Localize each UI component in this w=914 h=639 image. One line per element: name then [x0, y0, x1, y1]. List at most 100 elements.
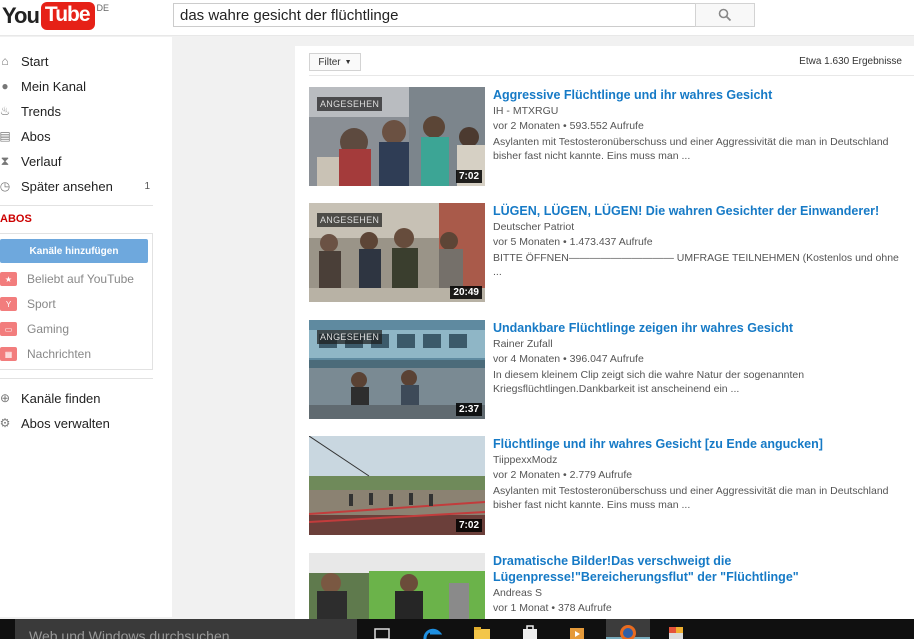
- masthead: You Tube DE das wahre gesicht der flücht…: [0, 0, 914, 36]
- store-icon[interactable]: [520, 623, 540, 639]
- popular-icon: ★: [0, 272, 17, 286]
- view-count: 1.473.437 Aufrufe: [569, 236, 653, 248]
- media-player-icon[interactable]: [567, 623, 587, 639]
- watched-badge: ANGESEHEN: [317, 213, 383, 227]
- channel-item-sport[interactable]: Y Sport: [0, 294, 150, 314]
- sidebar-item-label: Abos verwalten: [21, 415, 110, 431]
- channel-item-beliebt[interactable]: ★ Beliebt auf YouTube: [0, 269, 150, 289]
- channel-name[interactable]: Deutscher Patriot: [493, 221, 907, 233]
- channel-label: Beliebt auf YouTube: [27, 272, 134, 286]
- duration-badge: 7:02: [455, 519, 482, 532]
- video-title[interactable]: Flüchtlinge und ihr wahres Gesicht [zu E…: [493, 436, 907, 452]
- channel-item-nachrichten[interactable]: ▦ Nachrichten: [0, 344, 150, 364]
- video-title[interactable]: Aggressive Flüchtlinge und ihr wahres Ge…: [493, 87, 907, 103]
- channel-label: Nachrichten: [27, 347, 92, 361]
- channel-label: Sport: [27, 297, 56, 311]
- result-item: ANGESEHEN 7:02 Aggressive Flüchtlinge un…: [309, 87, 909, 189]
- home-icon: ⌂: [1, 54, 9, 68]
- upload-age: vor 1 Monat: [493, 602, 549, 614]
- clock-icon: ◷: [0, 179, 11, 193]
- watched-badge: ANGESEHEN: [317, 97, 383, 111]
- channel-name[interactable]: Rainer Zufall: [493, 338, 907, 350]
- results-divider: [309, 75, 914, 76]
- search-input[interactable]: das wahre gesicht der flüchtlinge: [173, 3, 696, 27]
- upload-age: vor 2 Monaten: [493, 469, 561, 481]
- channel-item-gaming[interactable]: ▭ Gaming: [0, 319, 150, 339]
- duration-badge: 2:37: [455, 403, 482, 416]
- channel-name[interactable]: Andreas S: [493, 587, 907, 599]
- history-icon: ⧗: [0, 153, 10, 168]
- sidebar-item-trends[interactable]: ♨ Trends: [0, 100, 160, 122]
- add-channels-button[interactable]: Kanäle hinzufügen: [0, 239, 148, 263]
- video-title[interactable]: Undankbare Flüchtlinge zeigen ihr wahres…: [493, 320, 907, 336]
- video-thumbnail[interactable]: ANGESEHEN 2:37: [309, 320, 485, 419]
- result-count: Etwa 1.630 Ergebnisse: [799, 56, 902, 67]
- video-description: BITTE ÖFFNEN—————————— UMFRAGE TEILNEHME…: [493, 252, 899, 278]
- plus-circle-icon: ⊕: [0, 391, 11, 405]
- sidebar-item-label: Mein Kanal: [21, 78, 87, 94]
- video-title[interactable]: LÜGEN, LÜGEN, LÜGEN! Die wahren Gesichte…: [493, 203, 907, 219]
- sidebar-item-label: Abos: [21, 128, 51, 144]
- search-results: Filter ▼ Etwa 1.630 Ergebnisse ANGESEHEN…: [295, 46, 914, 621]
- subscriptions-icon: ▤: [0, 129, 11, 143]
- search-icon: [718, 8, 732, 22]
- upload-age: vor 5 Monaten: [493, 236, 561, 248]
- result-info: Aggressive Flüchtlinge und ihr wahres Ge…: [493, 87, 907, 163]
- sidebar-item-label: Start: [21, 53, 49, 69]
- duration-badge: 20:49: [450, 286, 482, 299]
- video-meta: vor 5 Monaten • 1.473.437 Aufrufe: [493, 236, 653, 248]
- sidebar-item-label: Kanäle finden: [21, 390, 101, 406]
- video-thumbnail[interactable]: 7:02: [309, 436, 485, 535]
- video-thumbnail[interactable]: [309, 553, 485, 621]
- video-meta: vor 4 Monaten • 396.047 Aufrufe: [493, 353, 644, 365]
- duration-badge: 7:02: [455, 170, 482, 183]
- news-icon: ▦: [0, 347, 17, 361]
- channel-name[interactable]: TiippexxModz: [493, 454, 907, 466]
- abos-channel-box: Kanäle hinzufügen ★ Beliebt auf YouTube …: [0, 233, 153, 370]
- edge-icon[interactable]: [422, 623, 443, 639]
- sidebar-item-kanaele-finden[interactable]: ⊕ Kanäle finden: [0, 387, 160, 409]
- gamepad-icon: ▭: [0, 322, 17, 336]
- result-info: LÜGEN, LÜGEN, LÜGEN! Die wahren Gesichte…: [493, 203, 907, 279]
- video-meta: vor 2 Monaten • 593.552 Aufrufe: [493, 120, 644, 132]
- upload-age: vor 4 Monaten: [493, 353, 561, 365]
- abos-section-title[interactable]: ABOS: [0, 213, 32, 225]
- result-info: Dramatische Bilder!Das verschweigt die L…: [493, 553, 907, 614]
- app-icon[interactable]: [666, 623, 686, 639]
- video-description: Asylanten mit Testosteronüberschuss und …: [493, 485, 889, 511]
- video-description: Asylanten mit Testosteronüberschuss und …: [493, 136, 889, 162]
- sidebar-item-label: Später ansehen: [21, 178, 113, 194]
- video-meta: vor 2 Monaten • 2.779 Aufrufe: [493, 469, 633, 481]
- sidebar-item-spaeter-ansehen[interactable]: ◷ Später ansehen 1: [0, 175, 160, 197]
- result-item: Dramatische Bilder!Das verschweigt die L…: [309, 553, 909, 621]
- channel-name[interactable]: IH - MTXRGU: [493, 105, 907, 117]
- sidebar-divider: [0, 205, 153, 206]
- channel-label: Gaming: [27, 322, 70, 336]
- sidebar-item-abos[interactable]: ▤ Abos: [0, 125, 160, 147]
- result-info: Flüchtlinge und ihr wahres Gesicht [zu E…: [493, 436, 907, 512]
- trophy-icon: Y: [0, 297, 17, 311]
- youtube-logo[interactable]: You Tube DE: [0, 2, 109, 30]
- filter-label: Filter: [318, 56, 341, 68]
- sidebar-item-start[interactable]: ⌂ Start: [0, 50, 160, 72]
- watch-later-count: 1: [144, 180, 150, 192]
- windows-taskbar: Web und Windows durchsuchen: [0, 619, 914, 639]
- flame-icon: ♨: [0, 104, 11, 118]
- task-view-icon[interactable]: [372, 623, 392, 639]
- file-explorer-icon[interactable]: [472, 623, 492, 639]
- video-title[interactable]: Dramatische Bilder!Das verschweigt die L…: [493, 553, 907, 585]
- video-thumbnail[interactable]: ANGESEHEN 20:49: [309, 203, 485, 302]
- result-item: ANGESEHEN 20:49 LÜGEN, LÜGEN, LÜGEN! Die…: [309, 203, 909, 305]
- view-count: 378 Aufrufe: [557, 602, 612, 614]
- firefox-icon[interactable]: [606, 619, 650, 639]
- search-button[interactable]: [695, 3, 755, 27]
- view-count: 396.047 Aufrufe: [569, 353, 644, 365]
- filter-button[interactable]: Filter ▼: [309, 53, 361, 71]
- video-thumbnail[interactable]: ANGESEHEN 7:02: [309, 87, 485, 186]
- sidebar-item-mein-kanal[interactable]: ● Mein Kanal: [0, 75, 160, 97]
- taskbar-search-input[interactable]: Web und Windows durchsuchen: [15, 619, 357, 639]
- sidebar-item-abos-verwalten[interactable]: ⚙ Abos verwalten: [0, 412, 160, 434]
- caret-down-icon: ▼: [344, 58, 352, 66]
- sidebar-item-verlauf[interactable]: ⧗ Verlauf: [0, 150, 160, 172]
- result-item: 7:02 Flüchtlinge und ihr wahres Gesicht …: [309, 436, 909, 538]
